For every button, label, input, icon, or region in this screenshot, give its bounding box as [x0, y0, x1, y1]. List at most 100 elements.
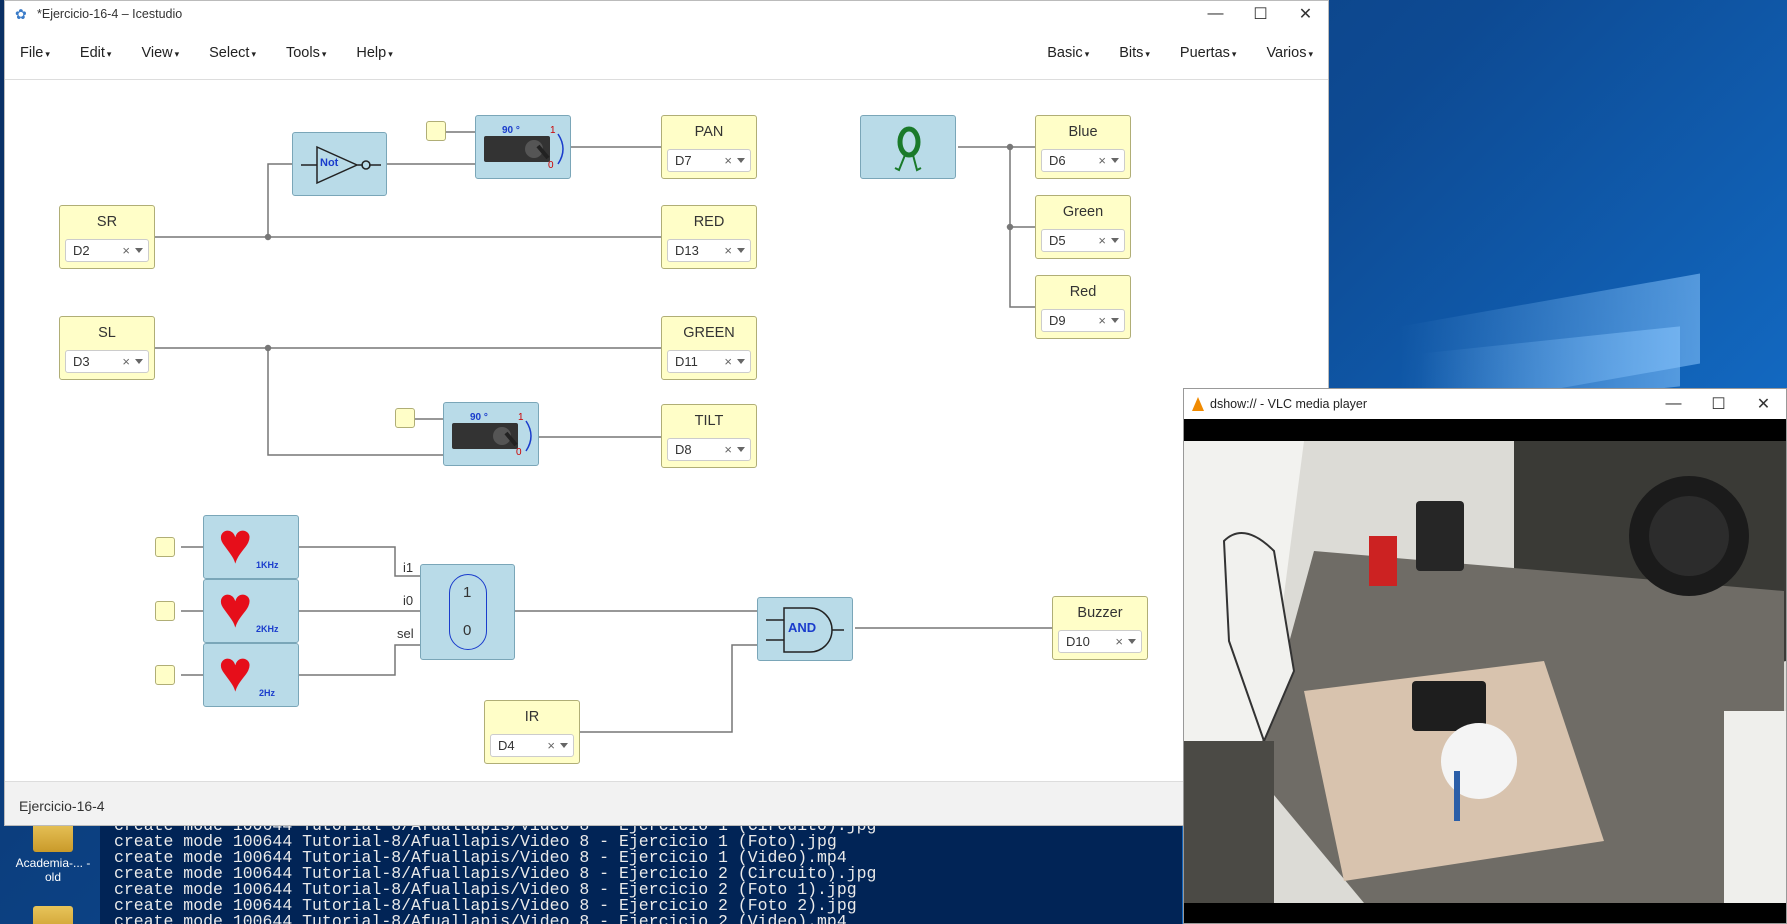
and-gate-label: AND [788, 620, 817, 635]
caret-down-icon: ▾ [106, 49, 112, 59]
servo-block-pan[interactable]: 90 ° 1 0 [475, 115, 571, 179]
servo-lo-label: 0 [548, 160, 554, 171]
io-name: IR [524, 709, 540, 725]
pin-select[interactable]: D11 × [667, 350, 751, 373]
pin-select[interactable]: D6 × [1041, 149, 1125, 172]
video-frame[interactable] [1184, 441, 1786, 903]
heart-icon: ♥ [218, 639, 253, 704]
maximize-button[interactable]: ☐ [1238, 1, 1283, 27]
circuit-canvas[interactable]: Not 90 ° 1 0 90 ° 1 0 ♥ 1KHz ♥ 2KHz ♥ 2H… [5, 80, 1328, 780]
menu-select[interactable]: Select ▾ [194, 45, 271, 61]
io-name: PAN [694, 124, 724, 140]
close-button[interactable]: ✕ [1741, 389, 1786, 419]
output-red[interactable]: Red D9 × [1035, 275, 1131, 339]
not-gate-label: Not [320, 157, 339, 169]
io-name: Blue [1068, 124, 1098, 140]
clear-icon[interactable]: × [1115, 634, 1123, 649]
caret-down-icon: ▾ [45, 49, 50, 59]
mux-block[interactable]: 1 0 [420, 564, 515, 660]
wire [299, 546, 420, 577]
constant-input[interactable] [155, 601, 175, 621]
clear-icon[interactable]: × [724, 153, 732, 168]
input-sl[interactable]: SL D3 × [59, 316, 155, 380]
not-gate-block[interactable]: Not [292, 132, 387, 196]
constant-input[interactable] [395, 408, 415, 428]
constant-input[interactable] [155, 665, 175, 685]
and-gate-block[interactable]: AND [757, 597, 853, 661]
rgb-led-block[interactable] [860, 115, 956, 179]
io-name: GREEN [683, 325, 735, 341]
dropdown-arrow-icon [737, 359, 745, 364]
pin-select[interactable]: D3 × [65, 350, 149, 373]
pin-select[interactable]: D9 × [1041, 309, 1125, 332]
wire-junction [1006, 143, 1014, 151]
wire-junction [264, 344, 272, 352]
menu-view[interactable]: View ▾ [126, 45, 194, 61]
minimize-button[interactable]: — [1193, 1, 1238, 27]
status-bar: Ejercicio-16-4 [5, 781, 1328, 825]
close-button[interactable]: ✕ [1283, 1, 1328, 27]
maximize-button[interactable]: ☐ [1696, 389, 1741, 419]
heart-freq-label: 2Hz [259, 688, 276, 698]
pin-select[interactable]: D5 × [1041, 229, 1125, 252]
input-sr[interactable]: SR D2 × [59, 205, 155, 269]
constant-input[interactable] [426, 121, 446, 141]
input-ir[interactable]: IR D4 × [484, 700, 580, 764]
clear-icon[interactable]: × [1098, 233, 1106, 248]
pin-select[interactable]: D2 × [65, 239, 149, 262]
desktop-folder-icon-2[interactable] [8, 906, 98, 924]
pin-select[interactable]: D13 × [667, 239, 751, 262]
pin-select[interactable]: D8 × [667, 438, 751, 461]
output-green-upper[interactable]: GREEN D11 × [661, 316, 757, 380]
output-pan[interactable]: PAN D7 × [661, 115, 757, 179]
clear-icon[interactable]: × [122, 243, 130, 258]
output-green[interactable]: Green D5 × [1035, 195, 1131, 259]
menu-help[interactable]: Help ▾ [341, 45, 407, 61]
dropdown-arrow-icon [1111, 318, 1119, 323]
menu-file[interactable]: File ▾ [5, 45, 65, 61]
servo-block-tilt[interactable]: 90 ° 1 0 [443, 402, 539, 466]
pin-select[interactable]: D7 × [667, 149, 751, 172]
desktop-folder-icon[interactable]: Academia-... - old [8, 822, 98, 884]
terminal-line: create mode 100644 Tutorial-8/Afuallapis… [114, 912, 847, 924]
menu-puertas[interactable]: Puertas ▾ [1165, 45, 1252, 61]
vlc-window-controls: — ☐ ✕ [1651, 389, 1786, 419]
clear-icon[interactable]: × [724, 354, 732, 369]
output-buzzer[interactable]: Buzzer D10 × [1052, 596, 1148, 660]
pin-select[interactable]: D4 × [490, 734, 574, 757]
menu-basic[interactable]: Basic ▾ [1032, 45, 1104, 61]
caret-down-icon: ▾ [174, 49, 180, 59]
clear-icon[interactable]: × [547, 738, 555, 753]
heart-2khz-block[interactable]: ♥ 2KHz [203, 575, 299, 643]
heart-freq-label: 1KHz [256, 560, 279, 570]
clear-icon[interactable]: × [724, 442, 732, 457]
menu-tools[interactable]: Tools ▾ [271, 45, 341, 61]
clear-icon[interactable]: × [1098, 153, 1106, 168]
mux-input-label: i0 [403, 593, 414, 608]
vlc-cone-icon [1192, 397, 1204, 411]
menu-bits[interactable]: Bits ▾ [1104, 45, 1165, 61]
menu-edit[interactable]: Edit ▾ [65, 45, 127, 61]
dropdown-arrow-icon [737, 248, 745, 253]
clear-icon[interactable]: × [724, 243, 732, 258]
project-name: Ejercicio-16-4 [19, 798, 105, 814]
output-red-upper[interactable]: RED D13 × [661, 205, 757, 269]
caret-down-icon: ▾ [251, 49, 256, 59]
window-title: *Ejercicio-16-4 – Icestudio [37, 7, 183, 21]
output-tilt[interactable]: TILT D8 × [661, 404, 757, 468]
output-blue[interactable]: Blue D6 × [1035, 115, 1131, 179]
constant-input[interactable] [155, 537, 175, 557]
pin-select[interactable]: D10 × [1058, 630, 1142, 653]
mux-top-label: 1 [463, 584, 472, 601]
menubar: File ▾ Edit ▾ View ▾ Select ▾ Tools ▾ Help ▾ B… [5, 27, 1328, 80]
minimize-button[interactable]: — [1651, 389, 1696, 419]
wire [267, 348, 443, 456]
heart-1khz-block[interactable]: ♥ 1KHz [203, 511, 299, 579]
terminal-window[interactable]: create mode 100644 Tutorial-8/Afuallapis… [100, 824, 1182, 924]
clear-icon[interactable]: × [1098, 313, 1106, 328]
heart-2hz-block[interactable]: ♥ 2Hz [203, 639, 299, 707]
servo-icon [452, 420, 532, 452]
menu-varios[interactable]: Varios ▾ [1251, 45, 1328, 61]
dropdown-arrow-icon [135, 359, 143, 364]
clear-icon[interactable]: × [122, 354, 130, 369]
